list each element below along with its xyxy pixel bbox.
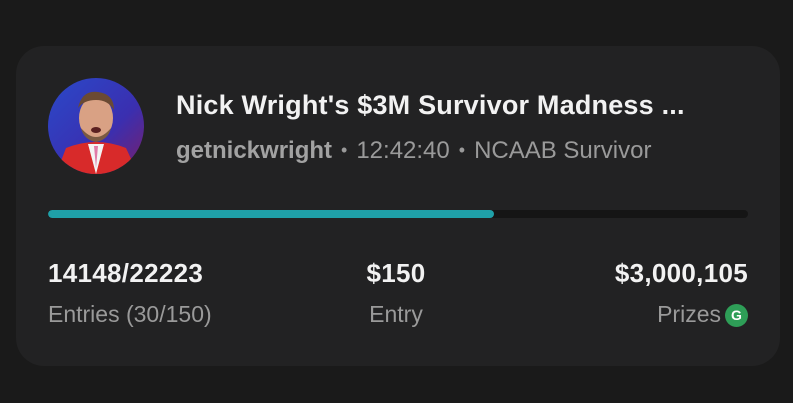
- contest-card[interactable]: Nick Wright's $3M Survivor Madness ... g…: [16, 46, 780, 366]
- entry-fee-label: Entry: [369, 301, 423, 327]
- host-avatar: [48, 78, 144, 174]
- guaranteed-badge-icon[interactable]: G: [725, 304, 748, 327]
- meta-separator: •: [341, 140, 348, 160]
- entries-label: Entries (30/150): [48, 301, 212, 327]
- contest-meta: getnickwright • 12:42:40 • NCAAB Survivor: [176, 137, 651, 165]
- entry-fee-value: $150: [366, 258, 426, 288]
- contest-title[interactable]: Nick Wright's $3M Survivor Madness ...: [176, 90, 736, 121]
- entries-progress-bar: [48, 210, 748, 218]
- prizes-stat: $3,000,105 Prizes G: [615, 258, 748, 328]
- contest-sport: NCAAB Survivor: [474, 137, 652, 164]
- entries-stat: 14148/22223 Entries (30/150): [48, 258, 212, 328]
- prizes-value: $3,000,105: [614, 258, 748, 288]
- prizes-label: Prizes: [657, 301, 721, 327]
- meta-separator: •: [458, 140, 466, 160]
- prizes-label-row: Prizes G: [615, 301, 748, 328]
- entries-value: 14148/22223: [48, 258, 204, 288]
- entries-progress-fill: [48, 210, 494, 218]
- host-username[interactable]: getnickwright: [176, 137, 332, 164]
- contest-countdown: 12:42:40: [356, 137, 450, 164]
- entry-fee-stat: $150 Entry: [316, 258, 476, 328]
